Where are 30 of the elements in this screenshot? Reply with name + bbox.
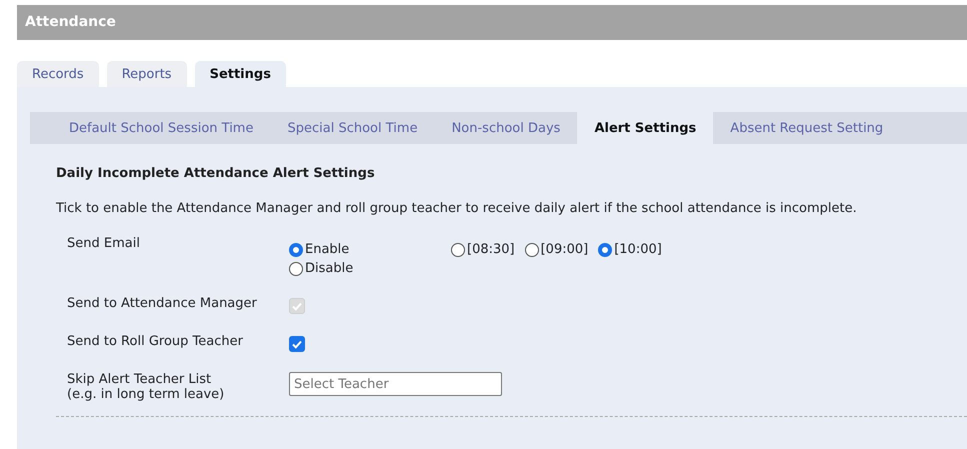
sub-tab[interactable]: Absent Request Setting [713,112,900,144]
radio-button[interactable] [598,242,612,256]
radio-label[interactable]: [08:30] [467,242,515,257]
field-note: (e.g. in long term leave) [67,387,226,402]
field-label: Skip Alert Teacher List [67,372,212,387]
radio-button[interactable] [289,262,303,276]
radio-label[interactable]: [10:00] [614,242,662,257]
radio-label[interactable]: [09:00] [540,242,588,257]
radio-label[interactable]: Disable [305,261,354,276]
section-title: Daily Incomplete Attendance Alert Settings [56,166,376,181]
radio-label[interactable]: Enable [305,242,350,257]
field-label: Send to Roll Group Teacher [67,334,243,349]
radio-button[interactable] [289,242,303,256]
checkmark-icon [291,300,303,312]
radio-button[interactable] [451,242,465,256]
field-label: Send to Attendance Manager [67,296,257,311]
window-title: Attendance [17,5,967,40]
tab[interactable]: Reports [106,61,187,87]
teacher-select-field[interactable]: Select Teacher [289,372,502,396]
checkbox[interactable] [289,336,305,352]
sub-tab[interactable]: Default School Session Time [30,112,270,144]
radio-button[interactable] [524,242,539,256]
sub-tab[interactable]: Alert Settings [577,112,714,144]
field-label: Send Email [67,236,140,251]
tab[interactable]: Records [17,61,99,87]
section-description: Tick to enable the Attendance Manager and roll group teacher to receive daily alert if the school attendance is incomplete. [56,201,858,216]
tab[interactable]: Settings [194,61,286,87]
sub-tab[interactable]: Special School Time [270,112,435,144]
sub-tab[interactable]: Non-school Days [434,112,578,144]
checkmark-icon [291,338,303,350]
